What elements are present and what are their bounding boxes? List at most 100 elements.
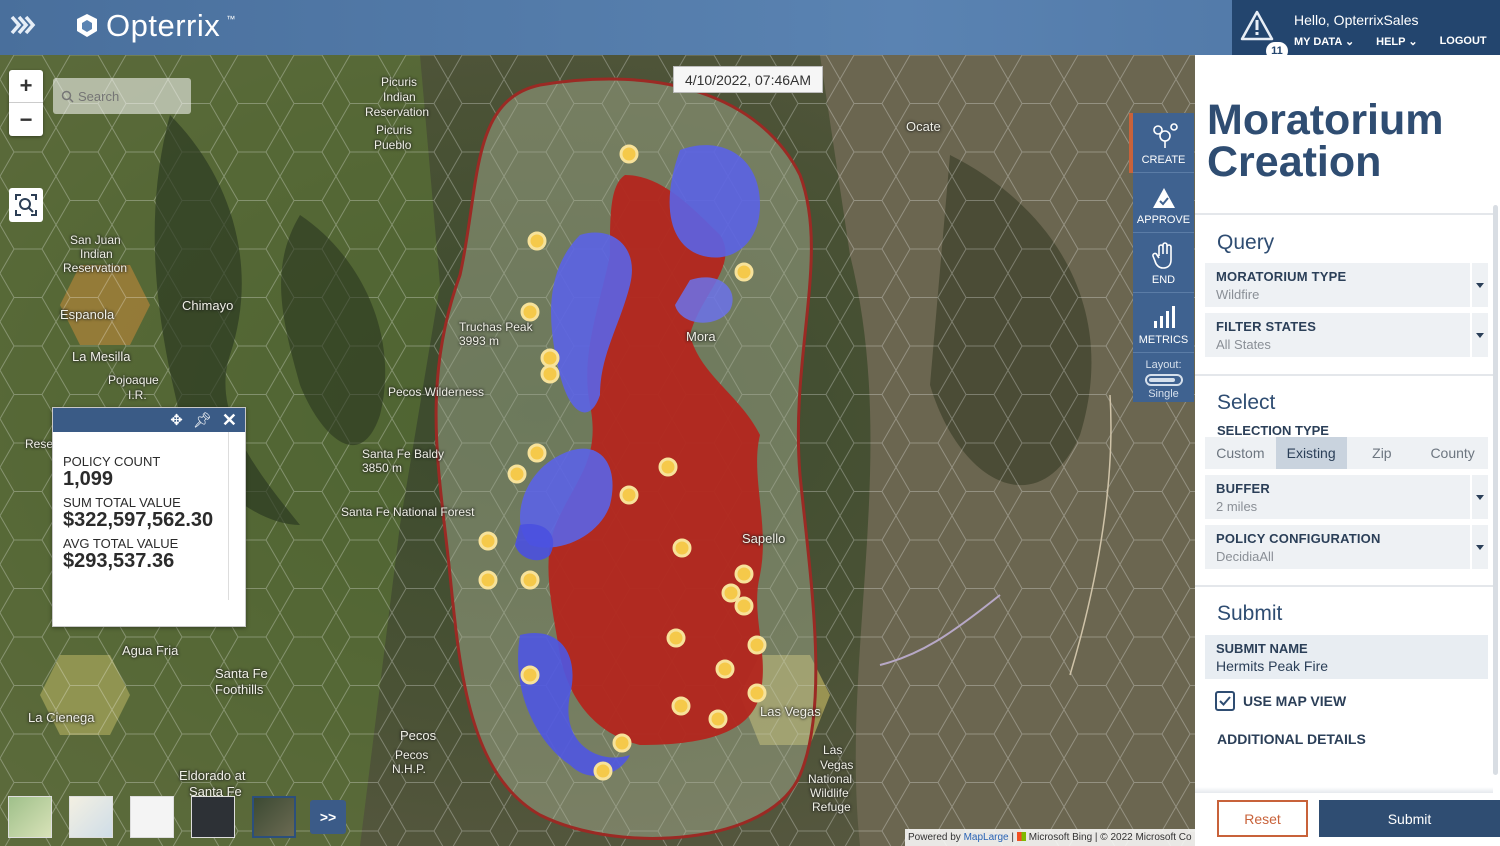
caret-down-icon (1470, 263, 1488, 307)
map-label: Pecos Wilderness (388, 385, 485, 399)
basemap-light[interactable] (69, 796, 113, 838)
microsoft-logo-icon (1016, 832, 1026, 841)
tool-end[interactable]: END (1133, 233, 1194, 293)
map-label: Santa Fe (215, 666, 268, 681)
tool-approve[interactable]: APPROVE (1133, 173, 1194, 233)
map-label: Ocate (906, 119, 941, 134)
zoom-control: + − (9, 70, 43, 136)
tool-metrics[interactable]: METRICS (1133, 293, 1194, 353)
map-label: 3850 m (362, 461, 403, 475)
page-title: Moratorium Creation (1207, 96, 1444, 186)
zoom-to-selection-button[interactable] (9, 188, 43, 222)
avg-total-value-label: AVG TOTAL VALUE (63, 536, 179, 551)
basemap-dark[interactable] (191, 796, 235, 838)
brand-trademark: ™ (226, 14, 236, 24)
map-label: Pueblo (374, 138, 412, 152)
policy-count-label: POLICY COUNT (63, 454, 161, 469)
zoom-region-icon (15, 194, 37, 216)
top-bar: Opterrix ™ 11 Hello, OpterrixSales MY DA… (0, 0, 1500, 60)
basemap-satellite[interactable] (252, 796, 296, 838)
map-label: I.R. (128, 388, 147, 402)
map-label: Vegas (820, 758, 854, 772)
selection-option-zip[interactable]: Zip (1347, 437, 1418, 469)
map-label: Refuge (812, 800, 851, 814)
submit-button[interactable]: Submit (1319, 800, 1500, 837)
select-heading: Select (1217, 391, 1276, 414)
map-label: Pojoaque (108, 373, 159, 387)
divider (1195, 787, 1493, 793)
query-heading: Query (1217, 231, 1275, 254)
opterrix-logo-icon (77, 14, 97, 37)
buffer-select[interactable]: BUFFER 2 miles (1205, 475, 1488, 519)
map-label: Agua Fria (122, 643, 179, 658)
pin-icon[interactable]: 📌︎ (193, 411, 212, 429)
map-label: La Mesilla (72, 349, 131, 364)
basemap-expand-button[interactable]: >> (310, 800, 346, 834)
filter-states-select[interactable]: FILTER STATES All States (1205, 313, 1488, 357)
help-menu[interactable]: HELP ⌄ (1376, 35, 1417, 48)
map-label: Pecos (395, 748, 429, 762)
avg-total-value: $293,537.36 (63, 550, 175, 572)
approve-icon (1152, 188, 1175, 208)
alerts-button[interactable]: 11 (1240, 10, 1288, 60)
reset-button[interactable]: Reset (1217, 800, 1308, 837)
submit-name-input[interactable] (1216, 658, 1466, 674)
map-timestamp: 4/10/2022, 07:46AM (673, 66, 823, 93)
map-label: N.H.P. (392, 762, 426, 776)
map-search (53, 78, 191, 114)
tool-rail: CREATE APPROVE END METRICS Layout: Singl… (1129, 113, 1194, 402)
map-label: Rese (25, 437, 54, 451)
map-label: Eldorado at (179, 768, 246, 783)
layout-switch[interactable] (1144, 374, 1183, 386)
map-label: La Cienega (28, 710, 95, 725)
selection-option-county[interactable]: County (1417, 437, 1488, 469)
selection-summary-popup: ✥ 📌︎ ✕ POLICY COUNT 1,099 SUM TOTAL VALU… (52, 407, 246, 627)
brand-name: Opterrix (106, 8, 221, 43)
map-label: National (808, 772, 853, 786)
basemap-gray[interactable] (130, 796, 174, 838)
logout-link[interactable]: LOGOUT (1440, 35, 1487, 48)
zoom-in-button[interactable]: + (9, 70, 43, 103)
hand-stop-icon (1151, 242, 1172, 269)
my-data-menu[interactable]: MY DATA ⌄ (1294, 35, 1354, 48)
map-label: Chimayo (182, 298, 234, 313)
user-area: 11 Hello, OpterrixSales MY DATA ⌄ HELP ⌄… (1232, 0, 1500, 60)
search-icon (61, 90, 74, 103)
use-map-view-checkbox[interactable]: USE MAP VIEW (1215, 691, 1346, 711)
close-icon[interactable]: ✕ (222, 410, 237, 431)
user-nav: MY DATA ⌄ HELP ⌄ LOGOUT (1294, 35, 1487, 48)
divider (1195, 374, 1493, 376)
map-label: Indian (383, 90, 416, 104)
moratorium-type-select[interactable]: MORATORIUM TYPE Wildfire (1205, 263, 1488, 307)
maplarge-link[interactable]: MapLarge (964, 832, 1009, 843)
create-pins-icon (1152, 123, 1178, 148)
map-label: Truchas Peak (459, 320, 533, 334)
map-attribution: Powered by MapLarge | Microsoft Bing | ©… (905, 829, 1195, 846)
map-label: Espanola (60, 307, 115, 322)
sum-total-value: $322,597,562.30 (63, 509, 214, 531)
map-label: San Juan (70, 233, 121, 247)
selection-option-existing[interactable]: Existing (1275, 437, 1347, 469)
layout-toggle[interactable]: Layout: Single (1133, 353, 1194, 400)
popup-toolbar: ✥ 📌︎ ✕ (53, 408, 245, 432)
policy-count-value: 1,099 (63, 468, 114, 490)
popup-content: POLICY COUNT 1,099 SUM TOTAL VALUE $322,… (53, 432, 229, 600)
map-label: Santa Fe National Forest (341, 505, 475, 519)
zoom-out-button[interactable]: − (9, 103, 43, 136)
expand-nav-icon[interactable] (10, 14, 40, 38)
additional-details-toggle[interactable]: ADDITIONAL DETAILS (1217, 731, 1366, 747)
panel-scrollbar[interactable] (1493, 205, 1498, 775)
selection-type-segmented: Custom Existing Zip County (1205, 437, 1488, 469)
map-label: Las Vegas (760, 704, 821, 719)
search-input[interactable] (78, 88, 178, 104)
map-label: Las (823, 743, 843, 757)
basemap-terrain[interactable] (8, 796, 52, 838)
selection-option-custom[interactable]: Custom (1205, 437, 1276, 469)
policy-configuration-select[interactable]: POLICY CONFIGURATION DecidiaAll (1205, 525, 1488, 569)
map-label: Mora (686, 329, 716, 344)
tool-create[interactable]: CREATE (1129, 113, 1194, 173)
submit-heading: Submit (1217, 602, 1283, 625)
move-icon[interactable]: ✥ (170, 411, 183, 429)
user-greeting: Hello, OpterrixSales (1294, 12, 1419, 28)
warning-icon (1240, 10, 1274, 41)
